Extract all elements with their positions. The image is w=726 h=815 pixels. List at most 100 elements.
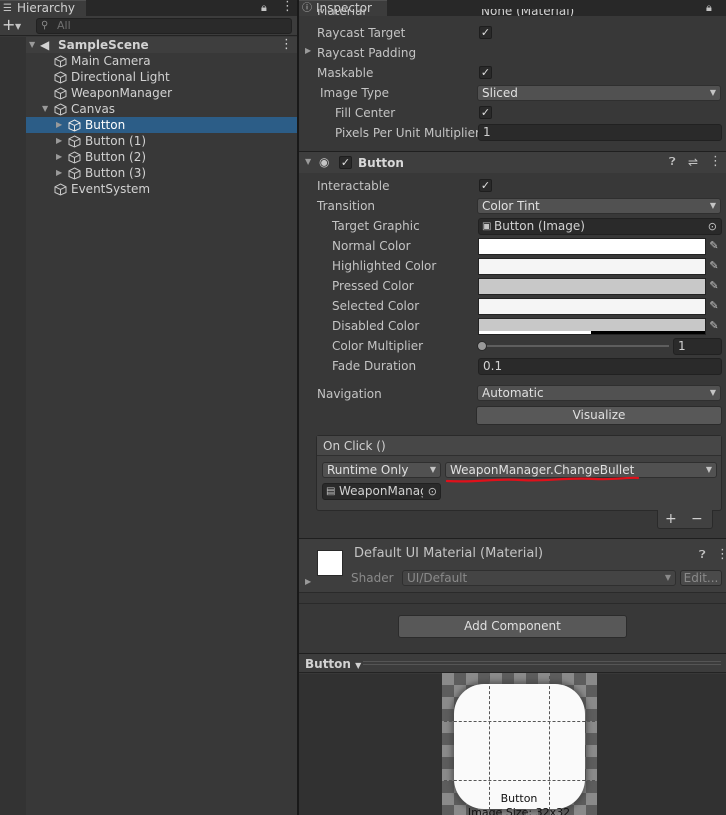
list-item-label: WeaponManager <box>71 86 173 100</box>
navigation-value: Automatic <box>482 386 544 400</box>
add-object-icon[interactable]: + <box>2 17 15 33</box>
help-icon[interactable]: ❓︎ <box>699 548 706 562</box>
scene-menu-icon[interactable]: ⋮ <box>280 37 293 53</box>
runtime-dropdown[interactable]: Runtime Only ▼ <box>322 462 441 478</box>
chevron-down-icon[interactable]: ▼ <box>15 21 21 33</box>
fill-center-checkbox[interactable]: ✓ <box>479 106 492 119</box>
eyedropper-icon[interactable]: ✎ <box>707 299 721 313</box>
expand-arrow-icon[interactable]: ▼ <box>42 101 52 117</box>
visualize-button[interactable]: Visualize <box>476 406 722 425</box>
remove-listener-button[interactable]: − <box>691 510 703 528</box>
interactable-checkbox[interactable]: ✓ <box>479 179 492 192</box>
gameobject-cube-icon <box>68 135 81 148</box>
transition-dropdown[interactable]: Color Tint ▼ <box>477 198 721 214</box>
color-multiplier-slider-thumb[interactable] <box>477 341 487 351</box>
pressed-color-swatch[interactable] <box>478 278 706 295</box>
object-picker-icon[interactable]: ⊙ <box>428 484 437 499</box>
component-menu-icon[interactable]: ⋮ <box>709 154 722 169</box>
target-graphic-value: Button (Image) <box>494 219 585 233</box>
image-type-value: Sliced <box>482 86 518 100</box>
scene-row[interactable]: ▼ ◀ SampleScene ⋮ <box>0 37 297 53</box>
shader-edit-button[interactable]: Edit... <box>680 570 722 586</box>
onclick-label: On Click () <box>323 439 386 453</box>
collapsed-arrow-icon[interactable]: ▶ <box>305 577 311 586</box>
visualize-label: Visualize <box>572 408 626 422</box>
add-listener-button[interactable]: + <box>665 510 677 528</box>
eyedropper-icon[interactable]: ✎ <box>707 239 721 253</box>
preview-dropdown[interactable]: Button ▼ <box>305 656 361 674</box>
more-options-icon[interactable]: ⋮ <box>281 0 294 13</box>
material-section: ▶ Default UI Material (Material) Shader … <box>299 538 726 593</box>
presets-icon[interactable]: ⇌ <box>688 155 698 169</box>
alpha-bar <box>479 331 591 334</box>
sprite-preview <box>454 684 585 809</box>
object-field[interactable]: ▤ WeaponManag ⊙ <box>322 483 441 500</box>
color-multiplier-track[interactable] <box>481 345 669 347</box>
button-enabled-checkbox[interactable]: ✓ <box>339 156 352 169</box>
image-type-dropdown[interactable]: Sliced ▼ <box>477 85 721 101</box>
collapsed-arrow-icon[interactable]: ▶ <box>56 133 66 149</box>
raycast-target-checkbox[interactable]: ✓ <box>479 26 492 39</box>
preview-dropdown-label: Button <box>305 657 351 671</box>
eyedropper-icon[interactable]: ✎ <box>707 279 721 293</box>
eyedropper-icon[interactable]: ✎ <box>707 319 721 333</box>
hierarchy-search-input[interactable]: ⚲ All <box>36 18 292 34</box>
color-multiplier-field[interactable]: 1 <box>673 338 722 355</box>
target-graphic-label: Target Graphic <box>332 219 420 233</box>
inspector-panel: ⓘ Inspector 🔒︎ Material None (Material) … <box>299 0 726 815</box>
fade-duration-label: Fade Duration <box>332 359 417 373</box>
transition-label: Transition <box>317 199 376 213</box>
ppu-field[interactable]: 1 <box>478 124 722 141</box>
object-picker-icon[interactable]: ⊙ <box>708 219 717 234</box>
preview-size-text: Image Size: 32x32 <box>467 806 571 815</box>
normal-color-swatch[interactable] <box>478 238 706 255</box>
gameobject-cube-icon <box>54 71 67 84</box>
list-item[interactable]: EventSystem <box>0 181 297 197</box>
list-item[interactable]: ▶ Button (1) <box>0 133 297 149</box>
collapsed-arrow-icon[interactable]: ▶ <box>56 165 66 181</box>
fade-duration-field[interactable]: 0.1 <box>478 358 722 375</box>
collapsed-arrow-icon[interactable]: ▶ <box>305 46 311 55</box>
list-item[interactable]: Directional Light <box>0 69 297 85</box>
collapsed-arrow-icon[interactable]: ▶ <box>56 117 66 133</box>
material-label: Material <box>317 9 366 16</box>
interactable-label: Interactable <box>317 179 390 193</box>
list-item[interactable]: ▶ Button (2) <box>0 149 297 165</box>
add-component-button[interactable]: Add Component <box>398 615 627 638</box>
unity-scene-icon: ◀ <box>40 38 50 52</box>
help-icon[interactable]: ❓︎ <box>669 155 676 169</box>
list-item[interactable]: ▶ Button (3) <box>0 165 297 181</box>
preview-caption: Button <box>500 792 538 805</box>
maskable-checkbox[interactable]: ✓ <box>479 66 492 79</box>
shader-dropdown[interactable]: UI/Default ▼ <box>402 570 676 586</box>
preview-drag-line <box>363 664 721 665</box>
material-title: Default UI Material (Material) <box>354 546 544 561</box>
chevron-down-icon: ▼ <box>709 388 716 397</box>
list-item[interactable]: ▼ Canvas <box>0 101 297 117</box>
button-component-header[interactable]: ▼ ◉ ✓ Button ❓︎ ⇌ ⋮ <box>299 151 726 173</box>
material-value[interactable]: None (Material) <box>481 9 574 16</box>
tab-hierarchy[interactable]: ☰ Hierarchy <box>0 0 86 16</box>
list-item-label: Button (3) <box>85 166 147 180</box>
selected-color-swatch[interactable] <box>478 298 706 315</box>
highlighted-color-swatch[interactable] <box>478 258 706 275</box>
hierarchy-gutter <box>0 37 26 815</box>
expand-arrow-icon[interactable]: ▼ <box>29 37 39 53</box>
target-graphic-field[interactable]: ▣ Button (Image) ⊙ <box>478 218 722 235</box>
pressed-color-label: Pressed Color <box>332 279 414 293</box>
expand-arrow-icon[interactable]: ▼ <box>305 157 311 166</box>
navigation-dropdown[interactable]: Automatic ▼ <box>477 385 721 401</box>
collapsed-arrow-icon[interactable]: ▶ <box>56 149 66 165</box>
slice-guide-bottom <box>444 780 595 781</box>
lock-icon[interactable]: 🔒︎ <box>706 2 712 14</box>
raycast-padding-label[interactable]: Raycast Padding <box>317 45 416 61</box>
eyedropper-icon[interactable]: ✎ <box>707 259 721 273</box>
lock-icon[interactable]: 🔒︎ <box>261 2 267 14</box>
disabled-color-swatch[interactable] <box>478 318 706 335</box>
list-item[interactable]: WeaponManager <box>0 85 297 101</box>
list-item-label: Canvas <box>71 102 116 116</box>
maskable-label: Maskable <box>317 66 374 80</box>
list-item-selected[interactable]: ▶ Button <box>0 117 297 133</box>
list-item[interactable]: Main Camera <box>0 53 297 69</box>
material-menu-icon[interactable]: ⋮ <box>716 547 726 562</box>
